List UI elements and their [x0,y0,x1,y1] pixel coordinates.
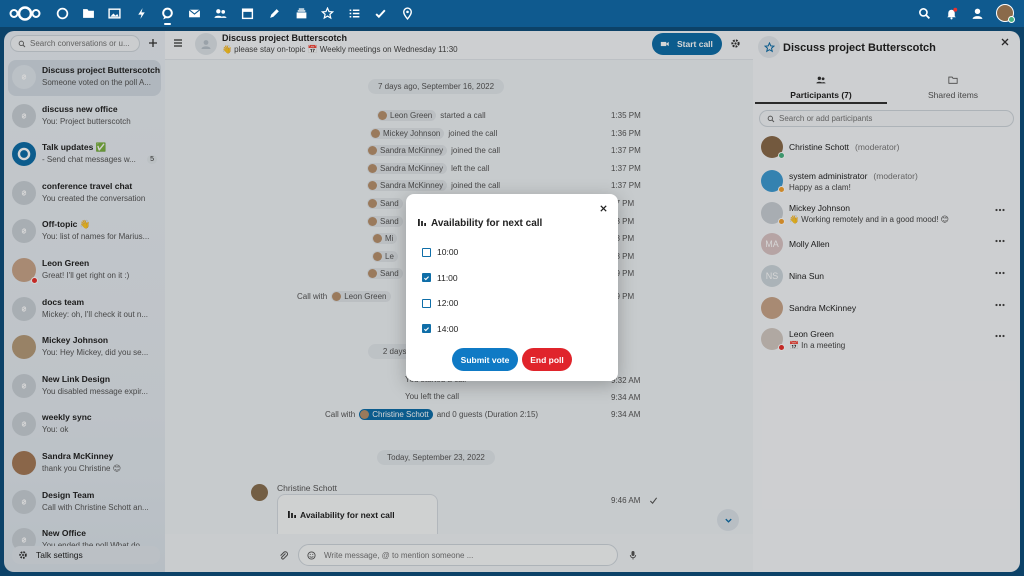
poll-option-checkbox[interactable] [422,324,431,334]
poll-option-label: 14:00 [437,323,459,334]
checks-icon[interactable] [374,7,387,20]
nextcloud-logo-icon[interactable] [8,5,42,22]
top-bar [0,0,1024,27]
end-poll-button[interactable]: End poll [522,348,572,371]
poll-title: Availability for next call [431,218,543,229]
mail-icon[interactable] [188,7,201,20]
poll-option-checkbox[interactable] [422,298,431,308]
poll-option-checkbox[interactable] [422,273,431,283]
poll-option[interactable]: 10:00 [422,247,458,257]
contacts-icon[interactable] [214,7,227,20]
starred-icon[interactable] [321,7,334,20]
poll-option-label: 11:00 [437,272,458,283]
dashboard-icon[interactable] [56,7,69,20]
contacts-menu-icon[interactable] [971,7,984,20]
tasks-icon[interactable] [348,7,361,20]
poll-icon [417,217,427,227]
poll-option[interactable]: 11:00 [422,273,458,283]
poll-option[interactable]: 14:00 [422,324,458,334]
poll-option-checkbox[interactable] [422,247,431,257]
deck-icon[interactable] [295,7,308,20]
maps-icon[interactable] [401,7,414,20]
close-icon[interactable] [599,204,608,213]
poll-modal: Availability for next call 10:00 11:00 12:… [406,194,618,381]
poll-option[interactable]: 12:00 [422,298,458,308]
talk-icon[interactable] [161,7,174,25]
poll-option-label: 10:00 [437,247,459,257]
activity-icon[interactable] [135,7,148,20]
submit-vote-button[interactable]: Submit vote [452,348,518,371]
photos-icon[interactable] [108,7,121,20]
search-icon[interactable] [918,7,931,20]
files-icon[interactable] [82,7,95,20]
notifications-icon[interactable] [945,7,958,20]
notes-icon[interactable] [268,7,281,20]
user-avatar[interactable] [996,4,1015,23]
calendar-icon[interactable] [241,7,254,20]
poll-option-label: 12:00 [437,298,459,309]
online-status-icon [1008,16,1015,23]
